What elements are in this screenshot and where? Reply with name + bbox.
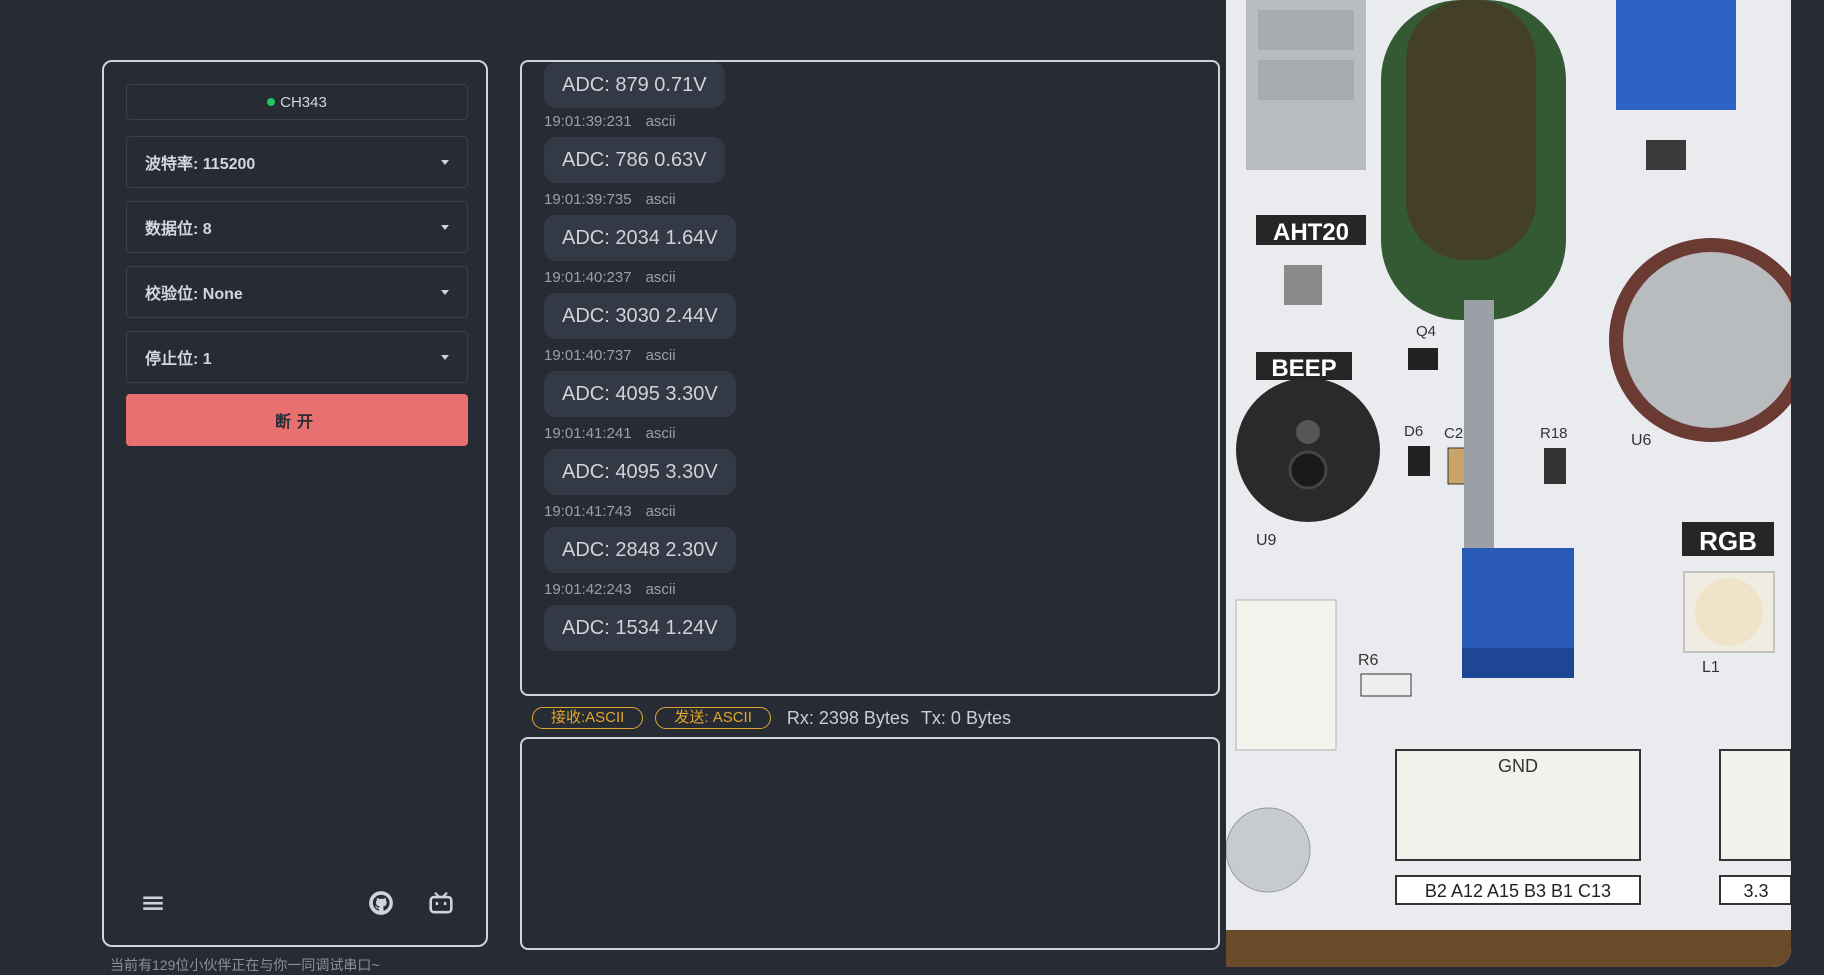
online-users-text: 当前有129位小伙伴正在与你一同调试串口~ (110, 957, 380, 973)
data-bits-value: 数据位: 8 (145, 221, 212, 238)
log-message: 19:01:39:735 ascii ADC: 2034 1.64V (544, 191, 736, 261)
message-bubble: ADC: 4095 3.30V (544, 371, 736, 417)
board-label-q4: Q4 (1416, 323, 1436, 340)
message-format: ascii (645, 503, 676, 520)
log-message: 19:01:40:737 ascii ADC: 4095 3.30V (544, 347, 736, 417)
message-format: ascii (645, 191, 676, 208)
board-label-l1: L1 (1702, 659, 1720, 676)
data-bits-select[interactable]: 数据位: 8 (126, 201, 468, 253)
github-icon[interactable] (368, 890, 394, 916)
log-message: 19:01:39:231 ascii ADC: 786 0.63V (544, 113, 725, 183)
board-label-rgb: RGB (1699, 526, 1757, 556)
board-label-pins: B2 A12 A15 B3 B1 C13 (1425, 881, 1611, 901)
message-bubble: ADC: 3030 2.44V (544, 293, 736, 339)
message-time: 19:01:40:237 (544, 269, 632, 286)
camera-video-overlay: AHT20 BEEP U9 Q4 D6 C26 R18 U6 RGB L1 R6… (1226, 0, 1791, 967)
message-time: 19:01:39:735 (544, 191, 632, 208)
log-message-partial: ADC: 879 0.71V (544, 62, 725, 108)
connected-status-dot (267, 98, 276, 106)
board-label-r18: R18 (1540, 425, 1568, 442)
parity-select[interactable]: 校验位: None (126, 266, 468, 318)
baud-rate-select[interactable]: 波特率: 115200 (126, 136, 468, 188)
message-bubble: ADC: 1534 1.24V (544, 605, 736, 651)
message-format: ascii (645, 347, 676, 364)
board-label-beep: BEEP (1271, 355, 1336, 382)
message-bubble: ADC: 2034 1.64V (544, 215, 736, 261)
message-format: ascii (645, 581, 676, 598)
send-input-area[interactable] (520, 737, 1220, 950)
message-time: 19:01:41:743 (544, 503, 632, 520)
message-bubble: ADC: 786 0.63V (544, 137, 725, 183)
board-label-r6: R6 (1358, 652, 1379, 669)
parity-value: 校验位: None (145, 286, 243, 303)
message-bubble: ADC: 4095 3.30V (544, 449, 736, 495)
stop-bits-value: 停止位: 1 (145, 351, 212, 368)
board-label-u9: U9 (1256, 532, 1277, 549)
message-format: ascii (645, 113, 676, 130)
baud-rate-value: 波特率: 115200 (145, 156, 256, 173)
tx-byte-count: Tx: 0 Bytes (920, 707, 1011, 728)
message-bubble: ADC: 879 0.71V (544, 62, 725, 108)
port-name: CH343 (280, 93, 327, 111)
settings-panel: CH343 波特率: 115200 数据位: 8 校验位: None 停止位: … (102, 60, 488, 947)
disconnect-button[interactable]: 断开 (126, 394, 468, 446)
board-label-aht20: AHT20 (1273, 219, 1349, 246)
rx-byte-count: Rx: 2398 Bytes (786, 707, 909, 728)
chevron-down-icon (441, 225, 449, 230)
message-time: 19:01:42:243 (544, 581, 632, 598)
chevron-down-icon (441, 290, 449, 295)
message-time: 19:01:41:241 (544, 425, 632, 442)
message-format: ascii (645, 269, 676, 286)
log-message: 19:01:42:243 ascii ADC: 1534 1.24V (544, 581, 736, 651)
status-bar: 接收:ASCII 发送: ASCII Rx: 2398 Bytes Tx: 0 … (532, 706, 1011, 730)
receive-mode-badge[interactable]: 接收:ASCII (532, 707, 644, 729)
chevron-down-icon (441, 160, 449, 165)
board-label-gnd: GND (1498, 756, 1538, 776)
board-label-d6: D6 (1404, 423, 1423, 440)
menu-icon[interactable] (140, 890, 166, 916)
send-mode-badge[interactable]: 发送: ASCII (655, 707, 771, 729)
message-time: 19:01:39:231 (544, 113, 632, 130)
message-format: ascii (645, 425, 676, 442)
message-bubble: ADC: 2848 2.30V (544, 527, 736, 573)
log-message: 19:01:41:241 ascii ADC: 4095 3.30V (544, 425, 736, 495)
board-label-u6: U6 (1631, 432, 1652, 449)
message-time: 19:01:40:737 (544, 347, 632, 364)
serial-port-indicator[interactable]: CH343 (126, 84, 468, 120)
log-message: 19:01:41:743 ascii ADC: 2848 2.30V (544, 503, 736, 573)
bilibili-icon[interactable] (428, 890, 454, 916)
log-message: 19:01:40:237 ascii ADC: 3030 2.44V (544, 269, 736, 339)
chevron-down-icon (441, 355, 449, 360)
receive-log[interactable]: ADC: 879 0.71V 19:01:39:231 ascii ADC: 78… (520, 60, 1220, 696)
board-label-3v3: 3.3 (1743, 881, 1768, 901)
stop-bits-select[interactable]: 停止位: 1 (126, 331, 468, 383)
